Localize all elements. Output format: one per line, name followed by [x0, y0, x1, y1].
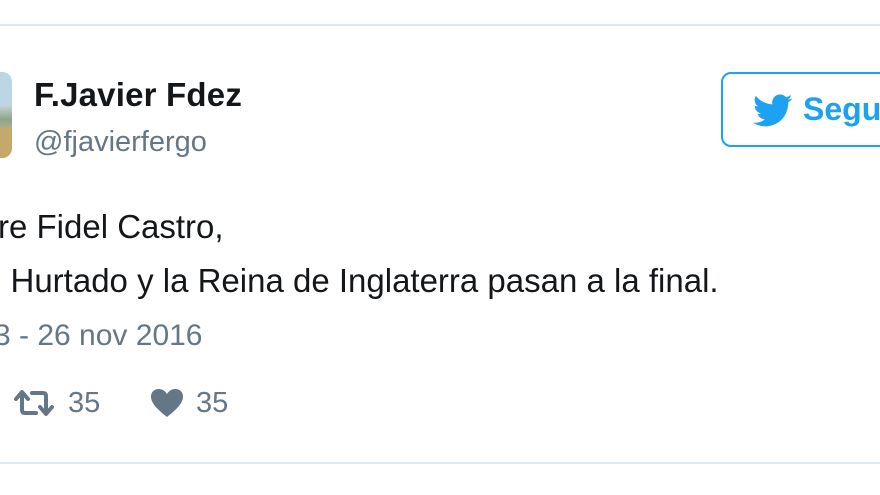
avatar-sky	[0, 72, 12, 107]
avatar[interactable]	[0, 72, 12, 158]
author-name[interactable]: F.Javier Fdez	[34, 76, 242, 114]
like-count: 35	[196, 386, 229, 419]
retweet-icon	[14, 390, 54, 416]
tweet-timestamp[interactable]: 3 - 26 nov 2016	[0, 319, 203, 353]
tweet-text-line-2: i Hurtado y la Reina de Inglaterra pasan…	[0, 262, 719, 299]
author-handle[interactable]: @fjavierfergo	[34, 126, 207, 159]
twitter-bird-icon	[753, 94, 793, 127]
retweet-count: 35	[68, 386, 101, 419]
follow-button[interactable]: Segu	[721, 72, 880, 147]
avatar-ground	[0, 127, 12, 158]
page: F.Javier Fdez @fjavierfergo Segu re Fide…	[0, 0, 880, 495]
retweet-button[interactable]: 35	[12, 383, 100, 423]
like-button[interactable]: 35	[150, 383, 228, 423]
tweet-text-line-1: re Fidel Castro,	[0, 208, 224, 245]
follow-button-label: Segu	[803, 91, 880, 127]
heart-icon	[151, 389, 183, 417]
